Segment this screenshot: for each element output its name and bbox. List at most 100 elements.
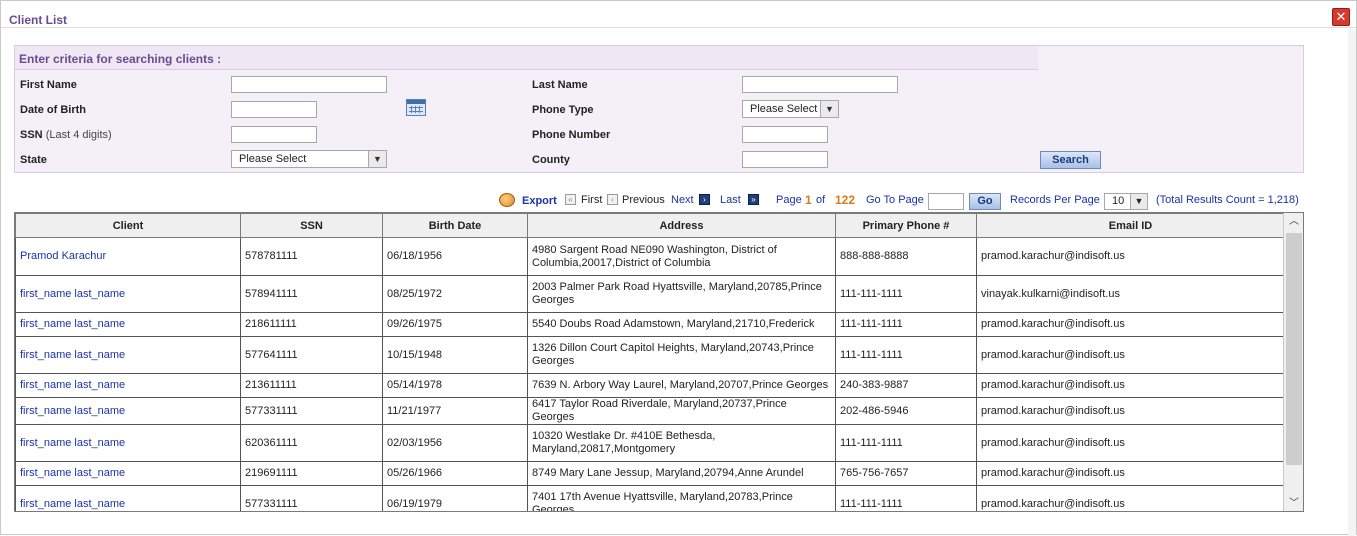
last-link[interactable]: Last	[720, 194, 741, 206]
birth-date-cell: 08/25/1972	[382, 275, 528, 313]
chevron-down-icon: ▼	[368, 151, 386, 167]
last-name-input[interactable]	[742, 76, 898, 93]
ssn-cell: 577331111	[240, 397, 383, 425]
table-row[interactable]: first_name last_name 578941111 08/25/197…	[15, 275, 1285, 313]
pager-bar: Export « First ‹ Previous Next › Last » …	[1, 193, 1357, 210]
next-page-icon[interactable]: ›	[699, 194, 710, 205]
table-row[interactable]: first_name last_name 218611111 09/26/197…	[15, 312, 1285, 337]
table-row[interactable]: first_name last_name 620361111 02/03/195…	[15, 424, 1285, 462]
records-per-page-select[interactable]: 10 ▼	[1104, 193, 1148, 210]
export-link[interactable]: Export	[522, 195, 557, 207]
grid-scrollbar[interactable]: ︿ ﹀	[1283, 213, 1303, 511]
client-name-link[interactable]: first_name last_name	[15, 275, 241, 313]
close-icon[interactable]: ✕	[1332, 8, 1350, 26]
client-name-link[interactable]: Pramod Karachur	[15, 237, 241, 276]
client-name-link[interactable]: first_name last_name	[15, 336, 241, 374]
records-per-page-label: Records Per Page	[1010, 194, 1100, 206]
state-select[interactable]: Please Select ▼	[231, 150, 387, 168]
table-row[interactable]: Pramod Karachur 578781111 06/18/1956 498…	[15, 237, 1285, 276]
calendar-icon[interactable]	[406, 99, 426, 116]
dialog-side-gutter	[1348, 29, 1356, 536]
last-name-label: Last Name	[532, 79, 588, 91]
address-cell: 2003 Palmer Park Road Hyattsville, Maryl…	[527, 275, 836, 313]
first-link[interactable]: First	[581, 194, 602, 206]
client-name-link[interactable]: first_name last_name	[15, 312, 241, 337]
dob-input[interactable]	[231, 101, 317, 118]
column-header-birth-date[interactable]: Birth Date	[382, 213, 528, 238]
county-input[interactable]	[742, 151, 828, 168]
previous-link[interactable]: Previous	[622, 194, 665, 206]
birth-date-cell: 06/18/1956	[382, 237, 528, 276]
table-row[interactable]: first_name last_name 577331111 11/21/197…	[15, 397, 1285, 425]
client-grid: Client SSN Birth Date Address Primary Ph…	[14, 212, 1304, 512]
column-header-address[interactable]: Address	[527, 213, 836, 238]
last-page-icon[interactable]: »	[748, 194, 759, 205]
export-icon[interactable]	[499, 193, 515, 207]
table-row[interactable]: first_name last_name 219691111 05/26/196…	[15, 461, 1285, 486]
criteria-heading: Enter criteria for searching clients :	[19, 52, 222, 66]
page-label: Page	[776, 194, 802, 206]
chevron-down-icon: ▼	[820, 101, 838, 117]
client-name-link[interactable]: first_name last_name	[15, 424, 241, 462]
ssn-cell: 620361111	[240, 424, 383, 462]
dialog-title: Client List	[9, 13, 68, 27]
column-header-ssn[interactable]: SSN	[240, 213, 383, 238]
client-name-link[interactable]: first_name last_name	[15, 373, 241, 398]
phone-cell: 111-111-1111	[835, 485, 977, 511]
client-name-link[interactable]: first_name last_name	[15, 461, 241, 486]
total-results-count: (Total Results Count = 1,218)	[1156, 194, 1299, 206]
client-name-link[interactable]: first_name last_name	[15, 485, 241, 511]
phone-cell: 765-756-7657	[835, 461, 977, 486]
chevron-down-icon: ▼	[1130, 194, 1147, 209]
email-cell: pramod.karachur@indisoft.us	[976, 424, 1285, 462]
column-header-client[interactable]: Client	[15, 213, 241, 238]
next-link[interactable]: Next	[671, 194, 694, 206]
dialog-titlebar: Client List ✕	[1, 1, 1356, 28]
ssn-hint: (Last 4 digits)	[45, 129, 112, 141]
address-cell: 1326 Dillon Court Capitol Heights, Maryl…	[527, 336, 836, 374]
scroll-up-icon[interactable]: ︿	[1284, 213, 1303, 231]
email-cell: pramod.karachur@indisoft.us	[976, 373, 1285, 398]
scroll-thumb[interactable]	[1286, 233, 1302, 465]
phone-cell: 111-111-1111	[835, 312, 977, 337]
total-pages: 122	[835, 193, 856, 207]
client-name-link[interactable]: first_name last_name	[15, 397, 241, 425]
phone-type-select[interactable]: Please Select ▼	[742, 100, 839, 118]
search-button[interactable]: Search	[1040, 151, 1101, 169]
table-row[interactable]: first_name last_name 213611111 05/14/197…	[15, 373, 1285, 398]
ssn-label-text: SSN	[20, 129, 43, 141]
state-value: Please Select	[239, 153, 307, 165]
column-header-email[interactable]: Email ID	[976, 213, 1285, 238]
email-cell: pramod.karachur@indisoft.us	[976, 397, 1285, 425]
table-row[interactable]: first_name last_name 577331111 06/19/197…	[15, 485, 1285, 511]
address-cell: 4980 Sargent Road NE090 Washington, Dist…	[527, 237, 836, 276]
ssn-cell: 577331111	[240, 485, 383, 511]
email-cell: pramod.karachur@indisoft.us	[976, 336, 1285, 374]
email-cell: vinayak.kulkarni@indisoft.us	[976, 275, 1285, 313]
birth-date-cell: 11/21/1977	[382, 397, 528, 425]
email-cell: pramod.karachur@indisoft.us	[976, 461, 1285, 486]
phone-number-input[interactable]	[742, 126, 828, 143]
ssn-cell: 218611111	[240, 312, 383, 337]
phone-cell: 202-486-5946	[835, 397, 977, 425]
goto-page-input[interactable]	[928, 193, 964, 210]
ssn-cell: 578781111	[240, 237, 383, 276]
column-header-primary-phone[interactable]: Primary Phone #	[835, 213, 977, 238]
first-name-input[interactable]	[231, 76, 387, 93]
phone-cell: 240-383-9887	[835, 373, 977, 398]
ssn-input[interactable]	[231, 126, 317, 143]
phone-cell: 111-111-1111	[835, 424, 977, 462]
address-cell: 5540 Doubs Road Adamstown, Maryland,2171…	[527, 312, 836, 337]
records-per-page-value: 10	[1112, 195, 1125, 207]
address-cell: 6417 Taylor Road Riverdale, Maryland,207…	[527, 397, 836, 425]
phone-type-value: Please Select	[750, 103, 818, 115]
go-button[interactable]: Go	[969, 193, 1001, 210]
search-criteria-panel: Enter criteria for searching clients :	[14, 45, 1304, 173]
table-row[interactable]: first_name last_name 577641111 10/15/194…	[15, 336, 1285, 374]
goto-page-label: Go To Page	[866, 194, 924, 206]
dob-label: Date of Birth	[20, 104, 86, 116]
scroll-down-icon[interactable]: ﹀	[1284, 495, 1303, 511]
birth-date-cell: 10/15/1948	[382, 336, 528, 374]
address-cell: 7401 17th Avenue Hyattsville, Maryland,2…	[527, 485, 836, 511]
ssn-cell: 219691111	[240, 461, 383, 486]
